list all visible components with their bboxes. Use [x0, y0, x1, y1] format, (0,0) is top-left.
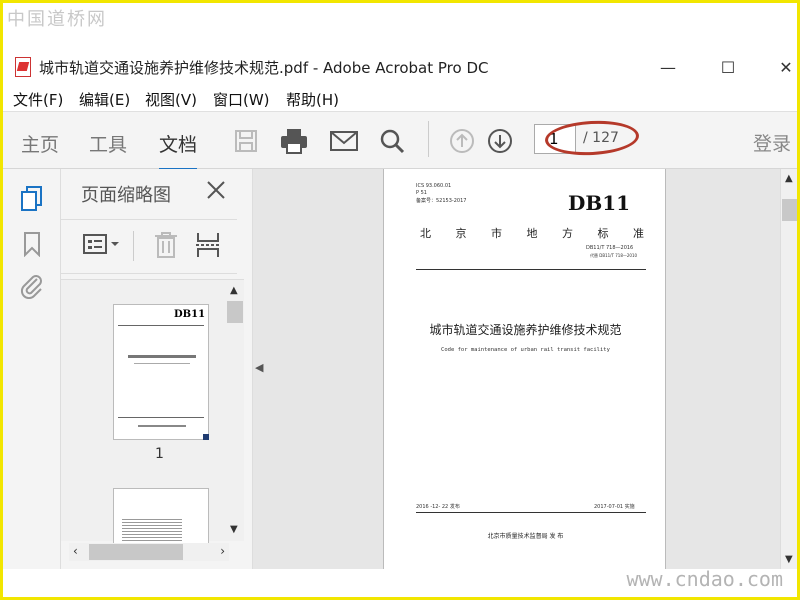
- document-vertical-scrollbar[interactable]: ▲ ▼: [780, 169, 797, 569]
- hscroll-thumb[interactable]: [89, 544, 183, 560]
- thumbnails-panel: 页面缩略图 DB11 1 ▲ ▼ ‹ ›: [61, 169, 253, 569]
- collapse-panel-icon[interactable]: ◀: [255, 361, 263, 374]
- thumbnail-list: DB11 1: [61, 279, 244, 548]
- page-thumbnails-icon[interactable]: [19, 185, 45, 217]
- close-button[interactable]: ✕: [771, 53, 797, 81]
- menu-view[interactable]: 视图(V): [145, 89, 197, 110]
- thumb-subtitle-line: [134, 363, 190, 364]
- next-page-icon[interactable]: [483, 124, 517, 158]
- close-panel-icon[interactable]: [205, 179, 229, 203]
- maximize-button[interactable]: ☐: [713, 53, 743, 81]
- doc-class: P 51: [416, 190, 427, 196]
- thumb-logo: DB11: [174, 309, 206, 320]
- thumbnail-vertical-scrollbar[interactable]: ▲ ▼: [226, 281, 244, 539]
- scroll-up-icon[interactable]: ▲: [230, 285, 238, 296]
- watermark-top: 中国道桥网: [7, 9, 107, 30]
- scroll-down-icon[interactable]: ▼: [230, 524, 238, 535]
- menu-window[interactable]: 窗口(W): [213, 89, 270, 110]
- toolbar: 主页 工具 文档: [3, 111, 797, 171]
- menu-help[interactable]: 帮助(H): [286, 89, 339, 110]
- extract-page-icon[interactable]: [195, 231, 221, 263]
- mail-icon[interactable]: [327, 124, 361, 158]
- thumb-corner: [203, 434, 209, 440]
- watermark-bottom: www.cndao.com: [626, 567, 783, 591]
- region-char: 市: [491, 227, 502, 240]
- thumb-title-line: [128, 355, 196, 358]
- window-title: 城市轨道交通设施养护维修技术规范.pdf - Adobe Acrobat Pro…: [39, 59, 489, 77]
- panel-divider-2: [61, 273, 237, 274]
- doc-replaces: 代替 DB11/T 718—2010: [590, 253, 638, 258]
- delete-page-icon[interactable]: [153, 231, 179, 263]
- panel-divider: [61, 219, 237, 220]
- scroll-thumb[interactable]: [227, 301, 243, 323]
- thumb-rule: [118, 325, 204, 326]
- document-view: ◀ ICS 93.060.01 P 51 备案号：52153-2017 DB11…: [253, 169, 797, 569]
- title-bar: 城市轨道交通设施养护维修技术规范.pdf - Adobe Acrobat Pro…: [3, 51, 797, 83]
- region-char: 地: [526, 227, 538, 240]
- print-icon[interactable]: [277, 124, 311, 158]
- page-thumbnail-1[interactable]: DB11: [113, 304, 209, 440]
- search-icon[interactable]: [375, 124, 409, 158]
- save-icon[interactable]: [229, 124, 263, 158]
- doc-scroll-thumb[interactable]: [782, 199, 797, 221]
- thumbnail-page-label: 1: [155, 446, 164, 462]
- panel-title: 页面缩略图: [81, 185, 171, 206]
- doc-logo: DB11: [568, 191, 631, 215]
- thumb-issuer-line: [138, 425, 186, 427]
- region-char: 标: [597, 227, 609, 240]
- doc-ics: ICS 93.060.01: [416, 183, 452, 189]
- doc-title-cn: 城市轨道交通设施养护维修技术规范: [429, 323, 622, 337]
- menu-file[interactable]: 文件(F): [13, 89, 63, 110]
- pdf-file-icon: [15, 57, 31, 77]
- scroll-right-icon[interactable]: ›: [220, 544, 225, 558]
- doc-scroll-up-icon[interactable]: ▲: [785, 173, 793, 184]
- thumbnail-horizontal-scrollbar[interactable]: ‹ ›: [69, 543, 229, 561]
- previous-page-icon[interactable]: [445, 124, 479, 158]
- navigation-rail: [3, 169, 61, 569]
- panel-separator: [133, 231, 134, 261]
- region-char: 京: [455, 227, 467, 240]
- menu-edit[interactable]: 编辑(E): [79, 89, 130, 110]
- doc-scroll-down-icon[interactable]: ▼: [785, 554, 793, 565]
- pdf-page: ICS 93.060.01 P 51 备案号：52153-2017 DB11 北…: [383, 169, 666, 569]
- region-char: 北: [420, 227, 431, 240]
- tab-document[interactable]: 文档: [159, 130, 198, 171]
- doc-number: DB11/T 718—2016: [586, 245, 634, 251]
- doc-top-rule: [416, 269, 646, 270]
- menu-bar: 文件(F) 编辑(E) 视图(V) 窗口(W) 帮助(H): [3, 87, 797, 111]
- bookmark-icon[interactable]: [23, 231, 41, 261]
- toolbar-separator: [428, 121, 429, 157]
- doc-issuer: 北京市质量技术监督局 发 布: [487, 533, 564, 540]
- thumbnail-options-icon[interactable]: [83, 233, 123, 259]
- scroll-left-icon[interactable]: ‹: [73, 544, 78, 558]
- thumb-toc-lines: [122, 517, 182, 541]
- tab-tools[interactable]: 工具: [89, 130, 127, 157]
- minimize-button[interactable]: —: [653, 53, 683, 81]
- tab-home[interactable]: 主页: [21, 130, 59, 157]
- doc-region: 北 京 市 地 方 标 准: [420, 225, 644, 241]
- region-char: 方: [562, 227, 573, 240]
- doc-issued-date: 2016 -12- 22 发布: [416, 504, 460, 510]
- login-button[interactable]: 登录: [753, 129, 791, 156]
- screenshot-frame: 中国道桥网 城市轨道交通设施养护维修技术规范.pdf - Adobe Acrob…: [0, 0, 800, 600]
- doc-effective-date: 2017-07-01 实施: [594, 504, 635, 510]
- doc-title-en: Code for maintenance of urban rail trans…: [441, 347, 610, 353]
- doc-filing: 备案号：52153-2017: [416, 198, 467, 204]
- doc-bottom-rule: [416, 512, 646, 513]
- region-char: 准: [633, 227, 644, 240]
- thumb-bottom-rule: [118, 417, 204, 418]
- attachment-icon[interactable]: [19, 273, 45, 303]
- page-thumbnail-2[interactable]: [113, 488, 209, 548]
